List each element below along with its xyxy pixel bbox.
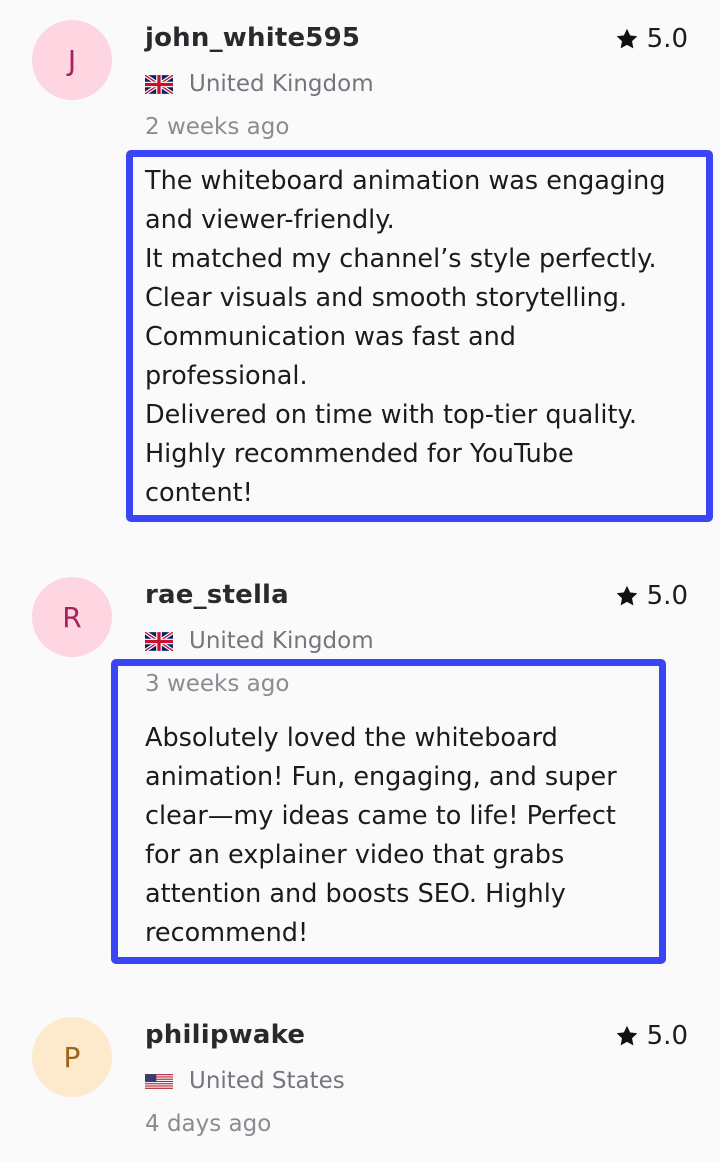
star-icon xyxy=(616,28,637,49)
reviewer-country: United States xyxy=(145,1068,345,1094)
highlight-box xyxy=(126,150,713,522)
highlight-box xyxy=(111,659,666,964)
star-icon xyxy=(616,585,637,606)
us-flag-icon xyxy=(145,1073,173,1089)
rating-value: 5.0 xyxy=(646,1021,688,1051)
rating-value: 5.0 xyxy=(646,24,688,54)
reviewer-username[interactable]: john_white595 xyxy=(145,23,360,53)
reviewer-country: United Kingdom xyxy=(145,628,374,654)
avatar-initial: P xyxy=(63,1040,81,1074)
rating: 5.0 xyxy=(615,1021,688,1051)
review-time: 2 weeks ago xyxy=(145,114,290,140)
review-time: 4 days ago xyxy=(145,1111,272,1137)
uk-flag-icon xyxy=(145,631,173,651)
avatar[interactable]: J xyxy=(32,20,112,100)
reviewer-username[interactable]: rae_stella xyxy=(145,580,289,610)
avatar[interactable]: P xyxy=(32,1017,112,1097)
uk-flag-icon xyxy=(145,74,173,94)
reviewer-country: United Kingdom xyxy=(145,71,374,97)
star-icon xyxy=(616,1025,637,1046)
country-name: United Kingdom xyxy=(189,628,374,654)
avatar[interactable]: R xyxy=(32,577,112,657)
rating: 5.0 xyxy=(615,24,688,54)
rating-value: 5.0 xyxy=(646,581,688,611)
rating: 5.0 xyxy=(615,581,688,611)
country-name: United States xyxy=(189,1068,345,1094)
reviewer-username[interactable]: philipwake xyxy=(145,1020,305,1050)
avatar-initial: J xyxy=(67,43,77,77)
avatar-initial: R xyxy=(62,600,82,634)
country-name: United Kingdom xyxy=(189,71,374,97)
